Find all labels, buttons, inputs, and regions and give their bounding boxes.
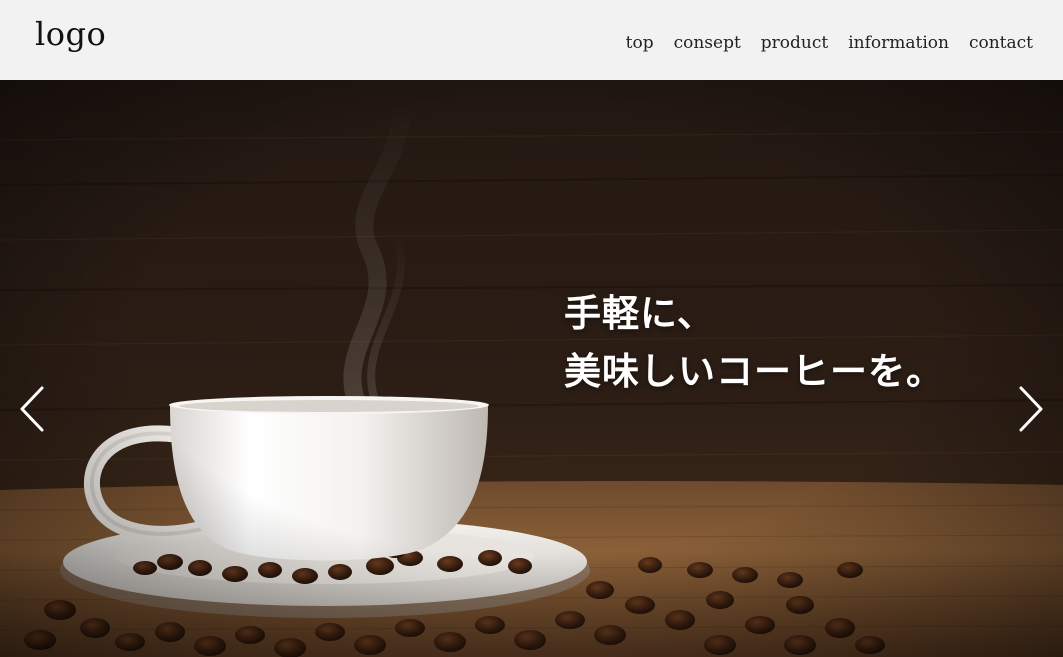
nav-item-contact[interactable]: contact	[969, 31, 1033, 55]
nav-item-information[interactable]: information	[848, 31, 949, 55]
slider-prev-button[interactable]	[16, 384, 52, 434]
nav-item-consept[interactable]: consept	[674, 31, 741, 55]
hero-slider: 手軽に、 美味しいコーヒーを。	[0, 80, 1063, 657]
chevron-left-icon	[20, 386, 44, 432]
site-header: logo top consept product information con…	[0, 0, 1063, 80]
hero-catchcopy: 手軽に、 美味しいコーヒーを。	[564, 284, 944, 400]
main-nav: top consept product information contact	[626, 31, 1033, 55]
slider-next-button[interactable]	[1011, 384, 1047, 434]
nav-item-product[interactable]: product	[761, 31, 828, 55]
site-logo[interactable]: logo	[35, 14, 106, 54]
chevron-right-icon	[1019, 386, 1043, 432]
hero-catch-line-1: 手軽に、	[564, 291, 715, 335]
nav-item-top[interactable]: top	[626, 31, 654, 55]
hero-catch-line-2: 美味しいコーヒーを。	[564, 349, 944, 393]
